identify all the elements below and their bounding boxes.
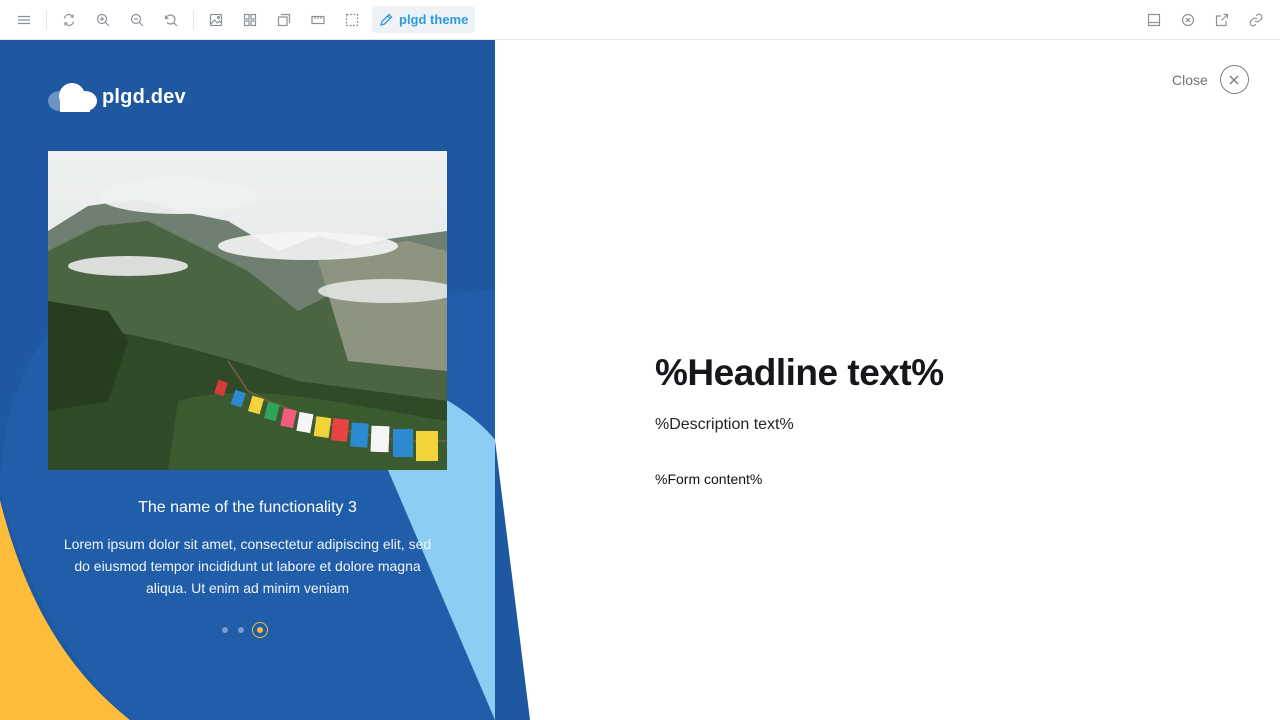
carousel-dot[interactable] [238, 627, 244, 633]
layers-icon[interactable] [270, 6, 298, 34]
layout-icon[interactable] [1140, 6, 1168, 34]
toolbar: plgd theme [0, 0, 1280, 40]
panel-edge-shape [495, 440, 530, 720]
form-content: %Form content% [655, 471, 763, 487]
feature-title: The name of the functionality 3 [138, 499, 357, 516]
menu-icon[interactable] [10, 6, 38, 34]
brand-name: plgd.dev [102, 85, 186, 108]
feature-panel: plgd.dev The name of the functionality 3… [0, 40, 495, 720]
close-button[interactable] [1219, 65, 1249, 94]
reset-zoom-icon[interactable] [157, 6, 185, 34]
zoom-out-icon[interactable] [123, 6, 151, 34]
close-circle-icon[interactable] [1174, 6, 1202, 34]
description: %Description text% [655, 416, 794, 433]
ruler-icon[interactable] [304, 6, 332, 34]
selection-icon[interactable] [338, 6, 366, 34]
grid-icon[interactable] [236, 6, 264, 34]
cloud-icon [48, 83, 97, 112]
zoom-in-icon[interactable] [89, 6, 117, 34]
theme-button[interactable]: plgd theme [372, 6, 475, 33]
close-label: Close [1172, 71, 1208, 88]
feature-image [48, 151, 447, 470]
carousel-dot[interactable] [222, 627, 228, 633]
headline: %Headline text% [655, 352, 944, 393]
carousel-dot-active[interactable] [252, 622, 268, 638]
link-icon[interactable] [1242, 6, 1270, 34]
pencil-icon [380, 13, 393, 26]
feature-description: Lorem ipsum dolor sit amet, consectetur … [63, 536, 432, 596]
image-icon[interactable] [202, 6, 230, 34]
carousel-pagination [222, 620, 268, 640]
external-link-icon[interactable] [1208, 6, 1236, 34]
refresh-icon[interactable] [55, 6, 83, 34]
close-control[interactable]: Close [1172, 65, 1249, 94]
toolbar-divider [46, 10, 47, 30]
theme-button-label: plgd theme [399, 12, 469, 27]
close-icon [1229, 74, 1239, 85]
toolbar-divider [193, 10, 194, 30]
brand-logo[interactable]: plgd.dev [48, 80, 186, 114]
